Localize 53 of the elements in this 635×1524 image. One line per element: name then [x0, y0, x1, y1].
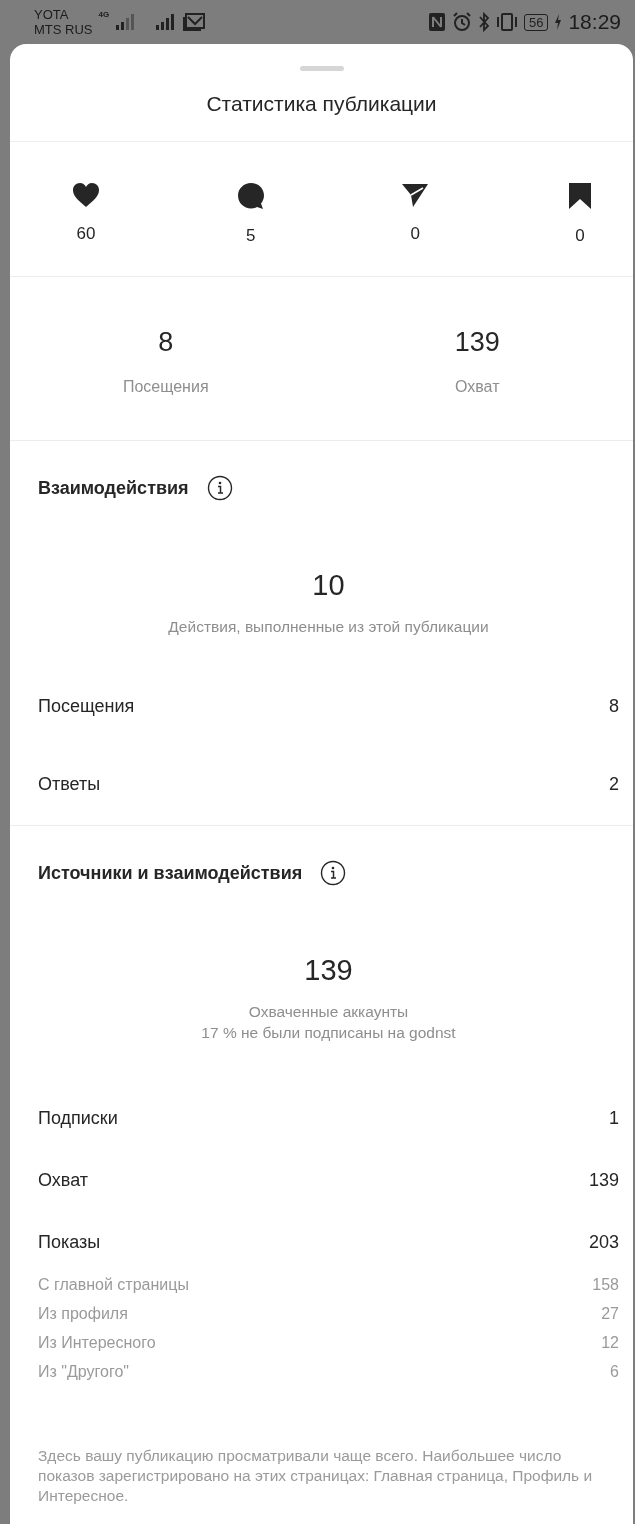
row-label: Из профиля: [38, 1304, 128, 1324]
row-label: Посещения: [38, 695, 135, 717]
row-value: 158: [592, 1275, 619, 1295]
row-value: 12: [601, 1333, 619, 1353]
comment-icon: [236, 182, 265, 210]
heart-icon: [72, 182, 100, 208]
count: 0: [575, 226, 585, 246]
nfc-icon: [427, 12, 446, 32]
count: 60: [76, 224, 96, 244]
info-icon[interactable]: [206, 475, 233, 501]
row-label: Ответы: [38, 773, 101, 795]
row-label: Показы: [38, 1231, 101, 1253]
row-value: 27: [601, 1304, 619, 1324]
network-type: 4G: [98, 10, 110, 19]
carrier-name: YOTA: [34, 7, 70, 22]
sheet-title: Статистика публикации: [205, 92, 438, 116]
row-value: 1: [609, 1107, 619, 1129]
total-value: 10: [311, 569, 346, 602]
bookmark-icon: [567, 182, 592, 210]
alarm-icon: [451, 12, 472, 32]
row-label: С главной страницы: [38, 1275, 189, 1295]
caption: Охваченные аккаунты: [248, 1002, 409, 1022]
stat-value: 139: [454, 327, 500, 358]
carrier-name: MTS RUS: [34, 22, 93, 37]
battery-level: 56: [523, 13, 549, 31]
total-value: 139: [303, 954, 354, 987]
row-label: Из Интересного: [38, 1333, 156, 1353]
row-value: 6: [610, 1362, 619, 1382]
stat-label: Посещения: [122, 378, 209, 396]
info-icon[interactable]: [320, 860, 347, 886]
paper-plane-icon: [401, 182, 430, 208]
row-value: 8: [609, 695, 619, 717]
stat-label: Охват: [455, 378, 500, 396]
count: 5: [245, 226, 256, 246]
row-value: 203: [588, 1231, 619, 1253]
stat-value: 8: [158, 327, 174, 358]
caption: 17 % не были подписаны на godnst: [201, 1023, 456, 1043]
footnote: Здесь вашу публикацию просматривали чаще всего. Наибольшее число показов зарегистрировано на этих страницах: Главная страница, Профиль и Интересное.: [38, 1446, 593, 1506]
vibrate-icon: [495, 12, 518, 32]
bluetooth-icon: [477, 12, 490, 32]
caption: Действия, выполненные из этой публикации: [168, 617, 489, 637]
row-label: Из "Другого": [38, 1362, 129, 1382]
charging-icon: [554, 14, 563, 30]
mail-icon: [183, 13, 206, 31]
row-label: Охват: [38, 1169, 89, 1191]
row-value: 139: [588, 1169, 619, 1191]
section-title: Взаимодействия: [38, 477, 189, 499]
section-title: Источники и взаимодействия: [38, 862, 303, 884]
row-label: Подписки: [38, 1107, 118, 1129]
row-value: 2: [609, 773, 619, 795]
drag-handle[interactable]: [299, 66, 344, 71]
clock: 18:29: [568, 10, 621, 34]
count: 0: [410, 224, 421, 244]
